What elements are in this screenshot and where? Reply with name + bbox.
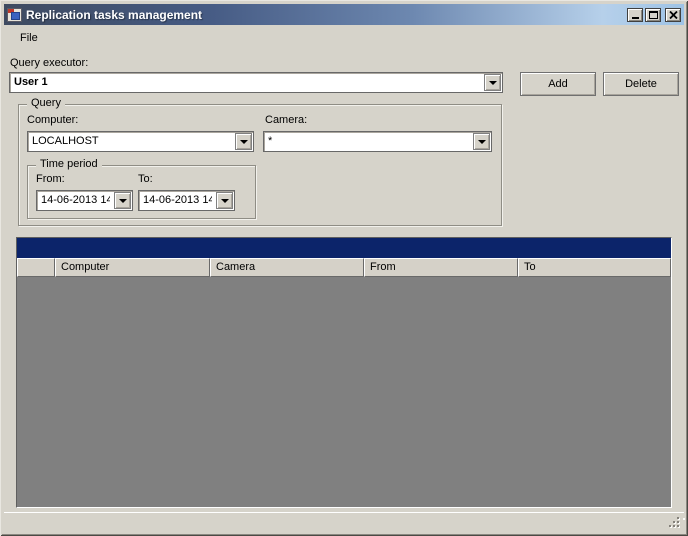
- dropdown-button[interactable]: [114, 192, 131, 209]
- minimize-button[interactable]: [627, 7, 643, 22]
- close-icon: [668, 10, 678, 19]
- query-groupbox: Query Computer: LOCALHOST Camera: * Time…: [18, 97, 502, 226]
- menu-bar: File: [4, 27, 684, 49]
- maximize-icon: [648, 10, 658, 19]
- column-header-camera[interactable]: Camera: [210, 258, 364, 277]
- titlebar[interactable]: Replication tasks management: [4, 4, 684, 25]
- dropdown-button[interactable]: [473, 133, 490, 150]
- chevron-down-icon: [239, 139, 248, 144]
- to-datetime-picker[interactable]: 14-06-2013 14: [138, 190, 235, 211]
- query-groupbox-title: Query: [27, 97, 65, 109]
- datagrid-header-row: Computer Camera From To: [17, 258, 671, 277]
- from-datetime-picker[interactable]: 14-06-2013 14: [36, 190, 133, 211]
- tasks-datagrid: Computer Camera From To: [16, 237, 672, 508]
- query-executor-value: User 1: [14, 76, 48, 88]
- add-button[interactable]: Add: [520, 72, 596, 96]
- window-title: Replication tasks management: [26, 7, 203, 22]
- datagrid-body: [17, 277, 671, 507]
- maximize-button[interactable]: [645, 7, 661, 22]
- computer-label: Computer:: [27, 114, 79, 126]
- query-executor-label: Query executor:: [10, 57, 89, 69]
- camera-combobox[interactable]: *: [263, 131, 492, 152]
- dropdown-button[interactable]: [484, 74, 501, 91]
- chevron-down-icon: [488, 80, 497, 85]
- window-controls: [627, 7, 681, 22]
- column-header-from[interactable]: From: [364, 258, 518, 277]
- query-executor-combobox[interactable]: User 1: [9, 72, 503, 93]
- window: Replication tasks management File Query …: [0, 0, 688, 536]
- to-value: 14-06-2013 14: [143, 194, 212, 206]
- chevron-down-icon: [118, 198, 127, 203]
- resize-grip-icon[interactable]: [669, 517, 681, 529]
- app-icon[interactable]: [7, 7, 22, 22]
- dropdown-button[interactable]: [235, 133, 252, 150]
- from-value: 14-06-2013 14: [41, 194, 110, 206]
- time-period-groupbox: Time period From: 14-06-2013 14 To: 14-0…: [27, 158, 256, 219]
- time-period-title: Time period: [36, 158, 102, 170]
- status-bar: [4, 512, 684, 532]
- delete-button[interactable]: Delete: [603, 72, 679, 96]
- dropdown-button[interactable]: [216, 192, 233, 209]
- to-label: To:: [138, 173, 153, 185]
- camera-label: Camera:: [265, 114, 308, 126]
- column-header-computer[interactable]: Computer: [55, 258, 210, 277]
- computer-combobox[interactable]: LOCALHOST: [27, 131, 254, 152]
- column-header-to[interactable]: To: [518, 258, 671, 277]
- computer-value: LOCALHOST: [32, 135, 99, 147]
- from-label: From:: [36, 173, 65, 185]
- menu-item-file[interactable]: File: [13, 27, 45, 49]
- camera-value: *: [268, 135, 273, 147]
- chevron-down-icon: [220, 198, 229, 203]
- datagrid-caption: [17, 238, 671, 258]
- chevron-down-icon: [477, 139, 486, 144]
- minimize-icon: [631, 17, 639, 19]
- column-header-selector[interactable]: [17, 258, 55, 277]
- close-button[interactable]: [665, 7, 681, 22]
